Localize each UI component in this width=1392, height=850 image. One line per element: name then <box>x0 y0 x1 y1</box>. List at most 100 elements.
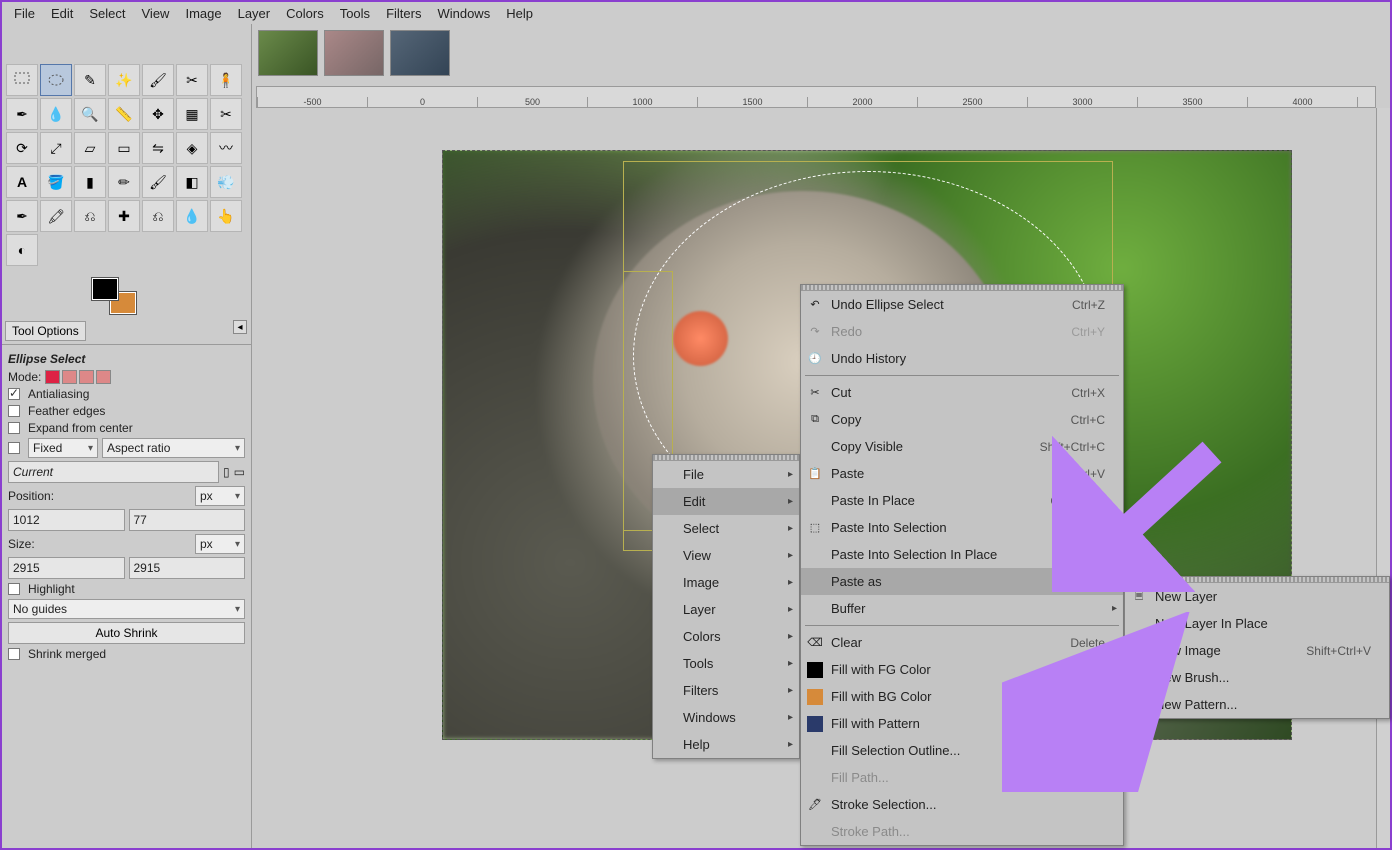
tool-mypaint[interactable]: 🖍 <box>40 200 72 232</box>
highlight-checkbox[interactable] <box>8 583 20 595</box>
tool-shear[interactable]: ▱ <box>74 132 106 164</box>
menubar[interactable]: File Edit Select View Image Layer Colors… <box>2 2 1390 24</box>
edit-paste-into-selection-in-place[interactable]: Paste Into Selection In Place <box>801 541 1123 568</box>
mode-icons[interactable] <box>45 370 111 384</box>
context-menu-main[interactable]: File▸ Edit▸ Select▸ View▸ Image▸ Layer▸ … <box>652 454 800 759</box>
tool-align[interactable]: ▦ <box>176 98 208 130</box>
auto-shrink-button[interactable]: Auto Shrink <box>8 622 245 644</box>
edit-paste-in-place[interactable]: Paste In PlaceCtrl+Alt+V <box>801 487 1123 514</box>
tool-free-select[interactable]: ✎ <box>74 64 106 96</box>
context-menu-edit[interactable]: ↶Undo Ellipse SelectCtrl+Z ↷RedoCtrl+Y 🕘… <box>800 284 1124 846</box>
tool-paths[interactable]: ✒ <box>6 98 38 130</box>
ctx-filters[interactable]: Filters▸ <box>653 677 799 704</box>
thumbnail-2[interactable] <box>324 30 384 76</box>
current-field[interactable]: Current <box>8 461 219 483</box>
ctx-select[interactable]: Select▸ <box>653 515 799 542</box>
tool-pencil[interactable]: ✏ <box>108 166 140 198</box>
tool-fuzzy-select[interactable]: ✨ <box>108 64 140 96</box>
edit-fill-fg[interactable]: Fill with FG Color <box>801 656 1123 683</box>
pasteas-new-image[interactable]: 🖼New ImageShift+Ctrl+V <box>1125 637 1389 664</box>
menu-select[interactable]: Select <box>81 4 133 23</box>
menu-tools[interactable]: Tools <box>332 4 378 23</box>
edit-undo[interactable]: ↶Undo Ellipse SelectCtrl+Z <box>801 291 1123 318</box>
fixed-label-select[interactable]: Fixed <box>28 438 98 458</box>
menu-view[interactable]: View <box>134 4 178 23</box>
color-swatch[interactable] <box>92 278 136 314</box>
landscape-icon[interactable]: ▭ <box>234 465 245 479</box>
edit-fill-bg[interactable]: Fill with BG Color <box>801 683 1123 710</box>
menu-help[interactable]: Help <box>498 4 541 23</box>
expand-checkbox[interactable] <box>8 422 20 434</box>
fg-color[interactable] <box>92 278 118 300</box>
edit-fill-pattern[interactable]: Fill with Pattern <box>801 710 1123 737</box>
menu-layer[interactable]: Layer <box>230 4 279 23</box>
ctx-view[interactable]: View▸ <box>653 542 799 569</box>
pasteas-new-pattern[interactable]: ▦New Pattern... <box>1125 691 1389 718</box>
tool-dodge[interactable]: ◐ <box>6 234 38 266</box>
menu-windows[interactable]: Windows <box>429 4 498 23</box>
size-w-input[interactable]: 2915 <box>8 557 125 579</box>
tool-warp[interactable]: 〰 <box>210 132 242 164</box>
tool-options-tab[interactable]: Tool Options <box>5 321 86 341</box>
edit-redo[interactable]: ↷RedoCtrl+Y <box>801 318 1123 345</box>
tool-move[interactable]: ✥ <box>142 98 174 130</box>
tool-bucket[interactable]: 🪣 <box>40 166 72 198</box>
tool-gradient[interactable]: ▮ <box>74 166 106 198</box>
thumbnail-1[interactable] <box>258 30 318 76</box>
ctx-help[interactable]: Help▸ <box>653 731 799 758</box>
tool-ink[interactable]: ✒ <box>6 200 38 232</box>
tool-foreground[interactable]: 🧍 <box>210 64 242 96</box>
edit-paste-into-selection[interactable]: ⬚Paste Into Selection <box>801 514 1123 541</box>
edit-copy-visible[interactable]: Copy VisibleShift+Ctrl+C <box>801 433 1123 460</box>
tool-rotate[interactable]: ⟳ <box>6 132 38 164</box>
pasteas-new-layer[interactable]: 🗎New Layer <box>1125 583 1389 610</box>
ctx-edit[interactable]: Edit▸ <box>653 488 799 515</box>
tool-perspective[interactable]: ▭ <box>108 132 140 164</box>
tool-zoom[interactable]: 🔍 <box>74 98 106 130</box>
menu-filters[interactable]: Filters <box>378 4 429 23</box>
edit-buffer[interactable]: Buffer▸ <box>801 595 1123 622</box>
antialiasing-checkbox[interactable] <box>8 388 20 400</box>
menu-image[interactable]: Image <box>177 4 229 23</box>
feather-checkbox[interactable] <box>8 405 20 417</box>
position-x-input[interactable]: 1012 <box>8 509 125 531</box>
menu-colors[interactable]: Colors <box>278 4 332 23</box>
tool-rect-select[interactable] <box>6 64 38 96</box>
tool-blur[interactable]: 💧 <box>176 200 208 232</box>
size-h-input[interactable]: 2915 <box>129 557 246 579</box>
tool-smudge[interactable]: 👆 <box>210 200 242 232</box>
collapse-icon[interactable]: ◂ <box>233 320 247 334</box>
pasteas-new-brush[interactable]: 🖌New Brush... <box>1125 664 1389 691</box>
menu-edit[interactable]: Edit <box>43 4 81 23</box>
tool-text[interactable]: A <box>6 166 38 198</box>
position-unit-select[interactable]: px <box>195 486 245 506</box>
ctx-tools[interactable]: Tools▸ <box>653 650 799 677</box>
edit-paste[interactable]: 📋PasteCtrl+V <box>801 460 1123 487</box>
tool-measure[interactable]: 📏 <box>108 98 140 130</box>
tool-crop[interactable]: ✂ <box>210 98 242 130</box>
pasteas-new-layer-in-place[interactable]: New Layer In Place <box>1125 610 1389 637</box>
tool-clone[interactable]: ⎌ <box>74 200 106 232</box>
vertical-scrollbar[interactable] <box>1376 108 1390 848</box>
tool-by-color[interactable]: 🖌 <box>142 64 174 96</box>
edit-paste-as[interactable]: Paste as▸ <box>801 568 1123 595</box>
edit-stroke-path[interactable]: Stroke Path... <box>801 818 1123 845</box>
shrink-merged-checkbox[interactable] <box>8 648 20 660</box>
tool-color-picker[interactable]: 💧 <box>40 98 72 130</box>
ctx-image[interactable]: Image▸ <box>653 569 799 596</box>
tool-heal[interactable]: ✚ <box>108 200 140 232</box>
ctx-windows[interactable]: Windows▸ <box>653 704 799 731</box>
menu-file[interactable]: File <box>6 4 43 23</box>
ctx-layer[interactable]: Layer▸ <box>653 596 799 623</box>
edit-copy[interactable]: ⧉CopyCtrl+C <box>801 406 1123 433</box>
tool-ellipse-select[interactable] <box>40 64 72 96</box>
fixed-value-select[interactable]: Aspect ratio <box>102 438 245 458</box>
tool-cage[interactable]: ◈ <box>176 132 208 164</box>
ctx-colors[interactable]: Colors▸ <box>653 623 799 650</box>
context-menu-paste-as[interactable]: 🗎New Layer New Layer In Place 🖼New Image… <box>1124 576 1390 719</box>
guides-select[interactable]: No guides <box>8 599 245 619</box>
edit-cut[interactable]: ✂CutCtrl+X <box>801 379 1123 406</box>
tool-paintbrush[interactable]: 🖌 <box>142 166 174 198</box>
tool-flip[interactable]: ⇋ <box>142 132 174 164</box>
tool-scissors[interactable]: ✂ <box>176 64 208 96</box>
